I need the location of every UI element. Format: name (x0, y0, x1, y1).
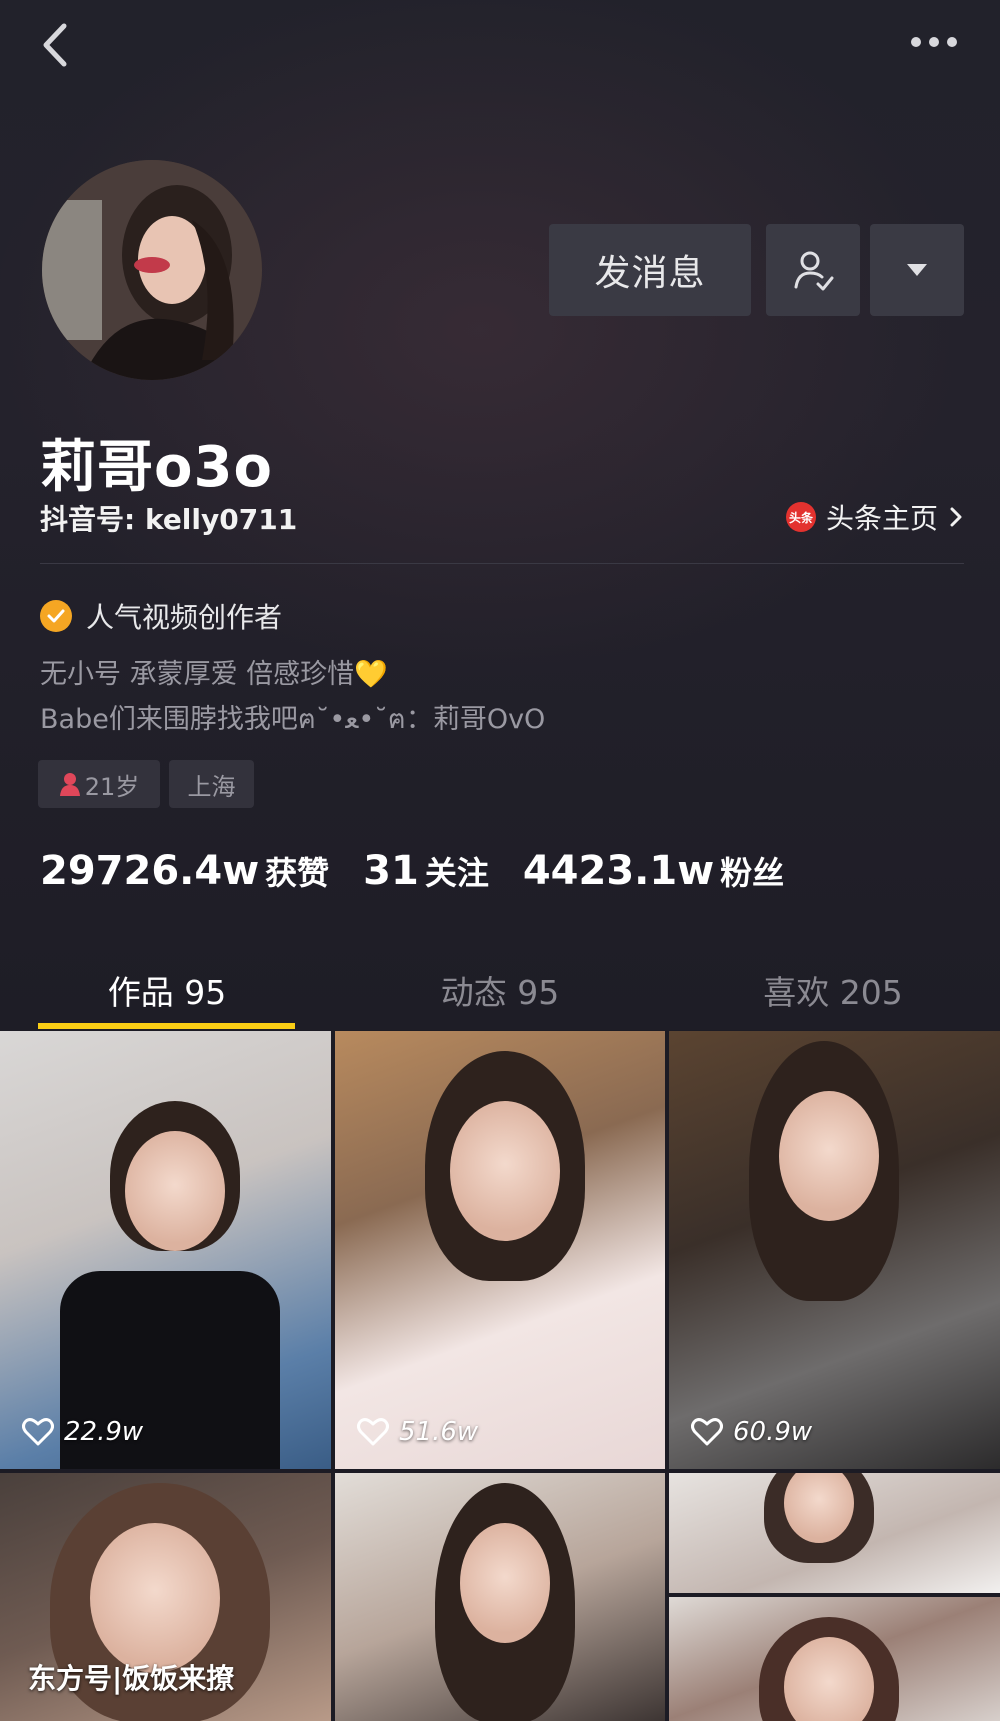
triangle-down-icon (907, 264, 927, 276)
send-message-label: 发消息 (594, 253, 706, 294)
like-count-label: 60.9w (733, 1417, 813, 1447)
video-thumbnail[interactable] (335, 1473, 665, 1721)
video-like-count: 22.9w (22, 1417, 143, 1447)
tab-works[interactable]: 作品 95 (40, 950, 294, 1030)
active-tab-indicator (38, 1023, 295, 1029)
video-like-count: 60.9w (691, 1417, 812, 1447)
video-thumbnail[interactable]: 51.6w (335, 1031, 665, 1469)
location-tag: 上海 (169, 760, 254, 808)
thumbnail-face (125, 1131, 225, 1251)
followers-label[interactable]: 粉丝 (720, 848, 784, 894)
watermark-text: 东方号|饭饭来撩 (28, 1662, 235, 1695)
likes-count: 29726.4w (40, 848, 260, 894)
profile-stats: 29726.4w 获赞 31 关注 4423.1w 粉丝 (40, 848, 818, 894)
more-actions-dropdown-button[interactable] (870, 224, 964, 316)
avatar-portrait (42, 160, 262, 380)
heart-icon (357, 1418, 389, 1446)
send-message-button[interactable]: 发消息 (549, 224, 751, 316)
video-grid: 22.9w 51.6w 60.9w 东方号|饭饭来撩 (0, 1031, 1000, 1721)
thumbnail-face (460, 1523, 550, 1643)
verification-label: 人气视频创作者 (86, 601, 283, 634)
followed-status-button[interactable] (766, 224, 860, 316)
avatar[interactable] (42, 160, 262, 380)
more-horizontal-icon (911, 37, 957, 47)
like-count-label: 51.6w (399, 1417, 479, 1447)
toutiao-logo-icon: 头条 (785, 502, 816, 532)
following-count[interactable]: 31 (363, 848, 419, 894)
thumbnail-face (90, 1523, 220, 1673)
toutiao-homepage-link[interactable]: 头条 头条主页 (785, 497, 964, 537)
back-button[interactable] (34, 20, 78, 70)
chevron-left-icon (43, 23, 67, 67)
bio-line-1: 无小号 承蒙厚爱 倍感珍惜💛 (40, 659, 388, 690)
tab-likes[interactable]: 喜欢 205 (706, 950, 960, 1030)
thumbnail-face (779, 1091, 879, 1221)
verified-check-icon (40, 600, 72, 632)
thumbnail-face (450, 1101, 560, 1241)
video-thumbnail[interactable] (669, 1473, 1000, 1593)
video-thumbnail[interactable]: 60.9w (669, 1031, 1000, 1469)
heart-icon (691, 1418, 723, 1446)
like-count-label: 22.9w (64, 1417, 144, 1447)
divider (40, 563, 964, 564)
likes-label: 获赞 (265, 854, 330, 892)
age-tag: 21岁 (38, 760, 160, 808)
user-check-icon (794, 251, 834, 291)
username: 莉哥o3o (40, 435, 273, 500)
heart-icon (22, 1418, 54, 1446)
toutiao-homepage-label: 头条主页 (825, 502, 938, 535)
bio-line-2: Babe们来围脖找我吧ฅ˘•ﻌ•˘ฅ：莉哥OvO (40, 704, 546, 735)
followers-count[interactable]: 4423.1w (523, 848, 714, 894)
female-icon (59, 773, 80, 796)
video-thumbnail[interactable] (669, 1597, 1000, 1721)
following-label[interactable]: 关注 (425, 848, 489, 894)
video-thumbnail[interactable]: 22.9w (0, 1031, 331, 1469)
content-tabs: 作品 95 动态 95 喜欢 205 (0, 950, 1000, 1030)
chevron-right-icon (950, 507, 962, 527)
age-label: 21岁 (84, 772, 140, 801)
verification-row: 人气视频创作者 (40, 596, 282, 636)
video-like-count: 51.6w (357, 1417, 478, 1447)
more-button[interactable] (904, 22, 964, 62)
tab-dynamics[interactable]: 动态 95 (373, 950, 627, 1030)
location-label: 上海 (187, 772, 236, 801)
douyin-id: 抖音号: kelly0711 (40, 503, 298, 536)
video-thumbnail[interactable]: 东方号|饭饭来撩 (0, 1473, 331, 1721)
